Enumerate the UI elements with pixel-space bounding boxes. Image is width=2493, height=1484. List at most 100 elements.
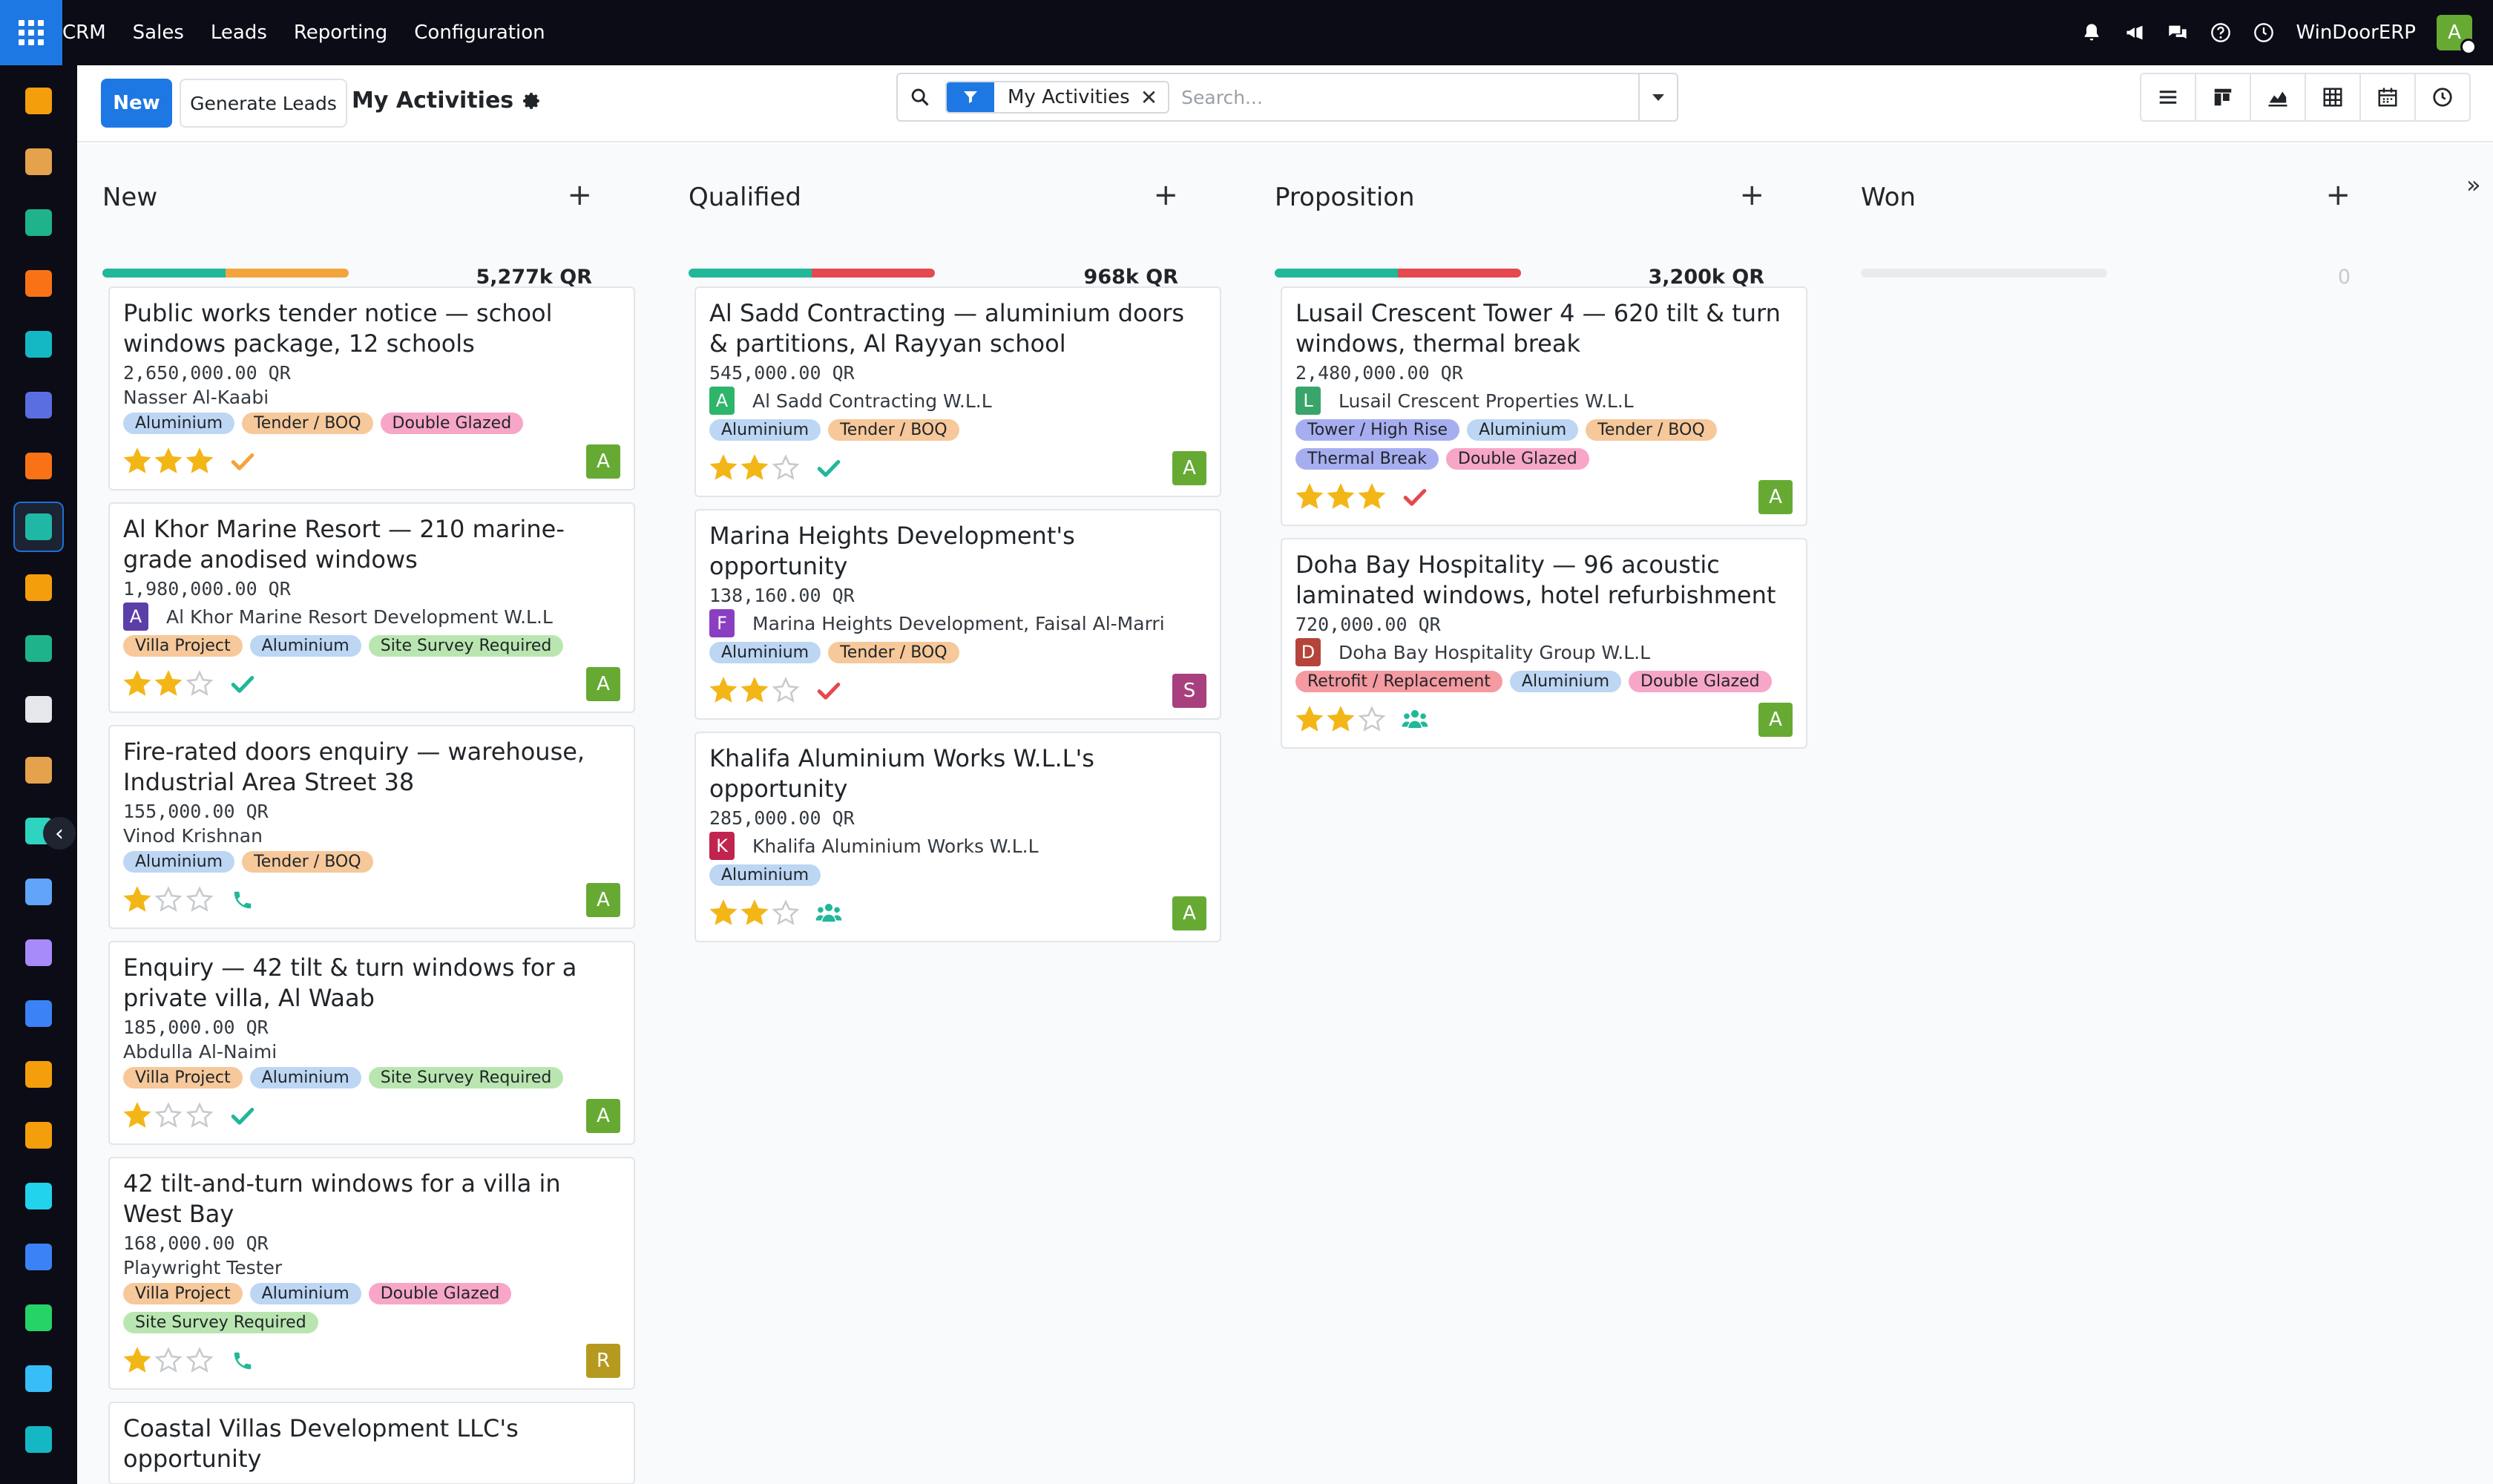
sidebar-item-18[interactable] [13, 1110, 64, 1160]
kanban-card[interactable]: Coastal Villas Development LLC's opportu… [108, 1402, 635, 1484]
sidebar-item-6[interactable] [13, 380, 64, 430]
check-icon[interactable] [815, 677, 843, 705]
star-filled-icon[interactable] [709, 677, 738, 705]
kanban-card[interactable]: Public works tender notice — school wind… [108, 286, 635, 490]
owner-avatar[interactable]: A [1172, 896, 1206, 930]
owner-avatar[interactable]: A [1758, 480, 1793, 514]
sidebar-item-5[interactable] [13, 319, 64, 370]
sidebar-item-14[interactable] [13, 867, 64, 917]
phone-icon[interactable] [229, 1347, 257, 1375]
search-input[interactable] [1169, 76, 1638, 118]
star-empty-icon[interactable] [154, 1102, 183, 1130]
column-add-button[interactable]: + [1739, 180, 1764, 210]
kanban-card[interactable]: Fire-rated doors enquiry — warehouse, In… [108, 725, 635, 929]
star-filled-icon[interactable] [709, 899, 738, 928]
kanban-card[interactable]: Al Sadd Contracting — aluminium doors & … [694, 286, 1221, 497]
owner-avatar[interactable]: A [586, 444, 620, 479]
progress-segment[interactable] [1398, 269, 1521, 278]
partner-avatar[interactable]: D [1295, 638, 1321, 666]
priority-stars[interactable] [123, 1102, 214, 1130]
star-filled-icon[interactable] [154, 670, 183, 698]
kanban-card[interactable]: Khalifa Aluminium Works W.L.L's opportun… [694, 732, 1221, 942]
star-empty-icon[interactable] [772, 454, 800, 482]
sidebar-item-8[interactable] [13, 502, 64, 552]
column-title[interactable]: Qualified [689, 183, 1178, 212]
sidebar-item-10[interactable] [13, 623, 64, 674]
column-add-button[interactable]: + [567, 180, 592, 210]
sidebar-item-3[interactable] [13, 197, 64, 248]
star-filled-icon[interactable] [740, 899, 769, 928]
partner-avatar[interactable]: L [1295, 387, 1321, 415]
owner-avatar[interactable]: R [586, 1344, 620, 1378]
kanban-card[interactable]: Enquiry — 42 tilt & turn windows for a p… [108, 941, 635, 1145]
star-filled-icon[interactable] [740, 677, 769, 705]
column-title[interactable]: Won [1861, 183, 2351, 212]
sidebar-item-1[interactable] [13, 76, 64, 126]
sidebar-item-12[interactable] [13, 745, 64, 795]
star-filled-icon[interactable] [123, 447, 151, 476]
owner-avatar[interactable]: A [1758, 703, 1793, 737]
sidebar-item-15[interactable] [13, 928, 64, 978]
priority-stars[interactable] [123, 886, 214, 914]
column-progress-bar[interactable] [102, 269, 349, 278]
chat-icon[interactable] [2167, 22, 2189, 44]
owner-avatar[interactable]: A [586, 883, 620, 917]
owner-avatar[interactable]: A [586, 667, 620, 701]
kanban-view-button[interactable] [2195, 73, 2251, 122]
partner-avatar[interactable]: F [709, 609, 735, 637]
star-filled-icon[interactable] [123, 1102, 151, 1130]
sidebar-item-11[interactable] [13, 684, 64, 735]
menu-brand-crm[interactable]: CRM [62, 0, 119, 65]
sidebar-item-2[interactable] [13, 137, 64, 187]
star-filled-icon[interactable] [123, 1347, 151, 1375]
user-avatar[interactable]: A [2437, 15, 2477, 55]
menu-leads[interactable]: Leads [197, 0, 280, 65]
sidebar-item-22[interactable] [13, 1353, 64, 1404]
star-empty-icon[interactable] [154, 1347, 183, 1375]
star-filled-icon[interactable] [185, 447, 214, 476]
column-progress-bar[interactable] [1861, 269, 2107, 278]
generate-leads-button[interactable]: Generate Leads [180, 79, 347, 128]
column-title[interactable]: Proposition [1275, 183, 1764, 212]
star-empty-icon[interactable] [772, 677, 800, 705]
phone-icon[interactable] [229, 886, 257, 914]
priority-stars[interactable] [709, 677, 800, 705]
megaphone-icon[interactable] [2124, 22, 2146, 44]
progress-segment[interactable] [1275, 269, 1398, 278]
priority-stars[interactable] [709, 899, 800, 928]
star-filled-icon[interactable] [1358, 483, 1386, 511]
priority-stars[interactable] [123, 670, 214, 698]
owner-avatar[interactable]: A [1172, 451, 1206, 485]
column-progress-bar[interactable] [689, 269, 935, 278]
priority-stars[interactable] [1295, 706, 1386, 734]
progress-segment[interactable] [102, 269, 226, 278]
sidebar-item-23[interactable] [13, 1414, 64, 1465]
sidebar-collapse-button[interactable]: ‹ [43, 817, 76, 850]
fold-columns-icon[interactable]: » [2466, 171, 2481, 199]
star-empty-icon[interactable] [1358, 706, 1386, 734]
star-filled-icon[interactable] [1295, 483, 1324, 511]
sidebar-item-19[interactable] [13, 1171, 64, 1221]
star-empty-icon[interactable] [185, 670, 214, 698]
priority-stars[interactable] [1295, 483, 1386, 511]
menu-configuration[interactable]: Configuration [401, 0, 558, 65]
star-filled-icon[interactable] [1295, 706, 1324, 734]
sidebar-item-20[interactable] [13, 1232, 64, 1282]
kanban-card[interactable]: Lusail Crescent Tower 4 — 620 tilt & tur… [1281, 286, 1807, 526]
kanban-card[interactable]: Doha Bay Hospitality — 96 acoustic lamin… [1281, 538, 1807, 749]
partner-avatar[interactable]: A [709, 387, 735, 415]
check-icon[interactable] [229, 670, 257, 698]
owner-avatar[interactable]: A [586, 1099, 620, 1133]
bell-icon[interactable] [2080, 22, 2103, 44]
priority-stars[interactable] [123, 1347, 214, 1375]
group-icon[interactable] [815, 899, 843, 928]
check-icon[interactable] [229, 447, 257, 476]
star-filled-icon[interactable] [123, 670, 151, 698]
column-add-button[interactable]: + [2325, 180, 2351, 210]
check-icon[interactable] [1401, 483, 1429, 511]
column-title[interactable]: New [102, 183, 592, 212]
gear-icon[interactable] [522, 91, 542, 111]
clock-icon[interactable] [2253, 22, 2275, 44]
app-menu-button[interactable] [0, 0, 62, 65]
help-icon[interactable] [2210, 22, 2232, 44]
